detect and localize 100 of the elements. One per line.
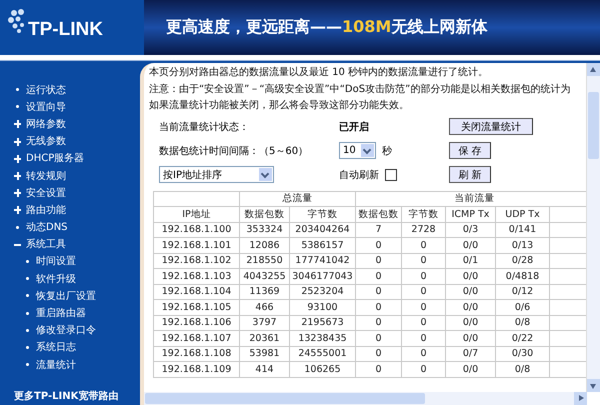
table-cell: 0/6 <box>496 300 550 315</box>
table-cell: 0/1 <box>446 253 496 268</box>
table-cell: 4043255 <box>240 268 290 284</box>
horizontal-scrollbar[interactable] <box>144 392 587 405</box>
scroll-up-icon[interactable] <box>587 63 600 76</box>
submenu-item[interactable]: 软件升级 <box>14 270 140 288</box>
menu-item[interactable]: DHCP服务器 <box>14 150 140 167</box>
table-cell: 2523204 <box>290 284 356 300</box>
dropdown-icon <box>361 144 374 157</box>
submenu-item[interactable]: 恢复出厂设置 <box>14 287 140 304</box>
menu-item[interactable]: 设置向导 <box>14 98 140 116</box>
sort-select[interactable]: 按IP地址排序 <box>159 166 274 183</box>
column-group-header: 当前流量 <box>356 191 586 206</box>
table-cell: 0 <box>402 300 446 315</box>
table-cell: 192.168.1.109 <box>154 362 240 377</box>
brand-logo: TP-LINK <box>28 19 103 41</box>
table-cell: 0/22 <box>496 330 550 346</box>
more-products-link[interactable]: 更多TP-LINK宽带路由 <box>14 389 140 403</box>
table-cell: 192.168.1.107 <box>154 330 240 346</box>
column-header: 字节数 <box>290 206 356 222</box>
table-cell: 353324 <box>240 222 290 238</box>
scroll-thumb[interactable] <box>588 92 599 159</box>
menu-item[interactable]: 系统工具 <box>14 236 140 253</box>
menu-item[interactable]: 运行状态 <box>14 81 140 98</box>
table-cell: 11369 <box>240 284 290 300</box>
menu-item[interactable]: 网络参数 <box>14 115 140 133</box>
intro-text: 注意：由于“安全设置”－“高级安全设置”中“DoS攻击防范”的部分功能是以相关数据包的统计为 <box>149 82 572 96</box>
column-header: 字节数 <box>402 206 446 222</box>
table-cell: 53981 <box>240 346 290 362</box>
disable-stats-button[interactable]: 关闭流量统计 <box>449 118 533 135</box>
table-cell: 0/0 <box>446 330 496 346</box>
menu-item[interactable]: 路由功能 <box>14 201 140 218</box>
column-header: IP地址 <box>154 206 240 222</box>
table-cell: 24555001 <box>290 346 356 362</box>
table-cell: 0/8 <box>496 362 550 377</box>
menu-item[interactable]: 安全设置 <box>14 184 140 202</box>
table-cell: 0 <box>356 346 402 362</box>
table-cell: 12086 <box>240 238 290 253</box>
table-cell: 0 <box>402 253 446 268</box>
refresh-button[interactable]: 刷 新 <box>449 166 491 183</box>
table-cell: 0/0 <box>446 238 496 253</box>
table-cell: 0/0 <box>446 284 496 300</box>
interval-label: 数据包统计时间间隔：（5～60） <box>158 144 310 158</box>
table-cell: 0 <box>402 346 446 362</box>
table-cell: 0 <box>402 362 446 377</box>
status-value: 已开启 <box>339 120 370 134</box>
table-cell: 0/8 <box>496 315 550 330</box>
table-cell: 0 <box>356 330 402 346</box>
scroll-down-icon[interactable] <box>587 379 600 392</box>
table-cell: 3797 <box>240 315 290 330</box>
table-cell: 2195673 <box>290 315 356 330</box>
unit-label: 秒 <box>382 144 392 158</box>
table-cell: 218550 <box>240 253 290 268</box>
submenu-item[interactable]: 重启路由器 <box>14 304 140 322</box>
interval-select[interactable]: 10 <box>339 142 376 159</box>
banner-slogan: 更高速度，更远距离——108M无线上网新体 <box>166 17 488 38</box>
table-cell: 192.168.1.106 <box>154 315 240 330</box>
scroll-right-icon[interactable] <box>574 392 587 405</box>
table-cell: 0 <box>402 315 446 330</box>
table-cell: 0 <box>356 284 402 300</box>
vertical-scrollbar[interactable] <box>586 63 600 392</box>
table-cell: 192.168.1.105 <box>154 300 240 315</box>
table-cell: 0 <box>356 362 402 377</box>
table-cell: 0 <box>356 315 402 330</box>
table-cell: 106265 <box>290 362 356 377</box>
table-cell: 0 <box>402 284 446 300</box>
table-cell: 0/13 <box>496 238 550 253</box>
table-cell: 192.168.1.108 <box>154 346 240 362</box>
intro-text: 本页分别对路由器总的数据流量以及最近 10 秒钟内的数据流量进行了统计。 <box>149 66 490 80</box>
submenu-item[interactable]: 修改登录口令 <box>14 322 140 339</box>
status-label: 当前流量统计状态： <box>158 120 250 134</box>
menu-item[interactable]: 动态DNS <box>14 218 140 236</box>
submenu-item[interactable]: 时间设置 <box>14 252 140 270</box>
column-header: 数据包数 <box>240 206 290 222</box>
table-cell: 20361 <box>240 330 290 346</box>
submenu-item[interactable]: 流量统计 <box>14 356 140 374</box>
column-group-header: 总流量 <box>240 191 356 206</box>
scroll-thumb[interactable] <box>145 393 425 404</box>
table-cell: 7 <box>356 222 402 238</box>
table-cell: 0/0 <box>446 300 496 315</box>
submenu-item[interactable]: 系统日志 <box>14 338 140 356</box>
table-cell: 192.168.1.104 <box>154 284 240 300</box>
table-cell: 192.168.1.101 <box>154 238 240 253</box>
table-cell: 0/141 <box>496 222 550 238</box>
table-cell: 0/0 <box>446 362 496 377</box>
auto-refresh-checkbox[interactable] <box>385 168 397 180</box>
table-cell: 0/0 <box>446 268 496 284</box>
table-cell: 177741042 <box>290 253 356 268</box>
table-cell: 0/4818 <box>496 268 550 284</box>
save-button[interactable]: 保 存 <box>449 142 491 159</box>
intro-text: 如果流量统计功能被关闭，那么将会导致这部分功能失效。 <box>149 98 410 113</box>
table-cell: 0/0 <box>446 315 496 330</box>
table-cell: 0 <box>402 268 446 284</box>
menu-item[interactable]: 无线参数 <box>14 132 140 150</box>
table-cell: 0 <box>356 238 402 253</box>
dropdown-icon <box>259 168 272 181</box>
table-cell: 0/7 <box>446 346 496 362</box>
menu-item[interactable]: 转发规则 <box>14 166 140 184</box>
column-header: UDP Tx <box>496 206 550 222</box>
table-cell: 2728 <box>402 222 446 238</box>
